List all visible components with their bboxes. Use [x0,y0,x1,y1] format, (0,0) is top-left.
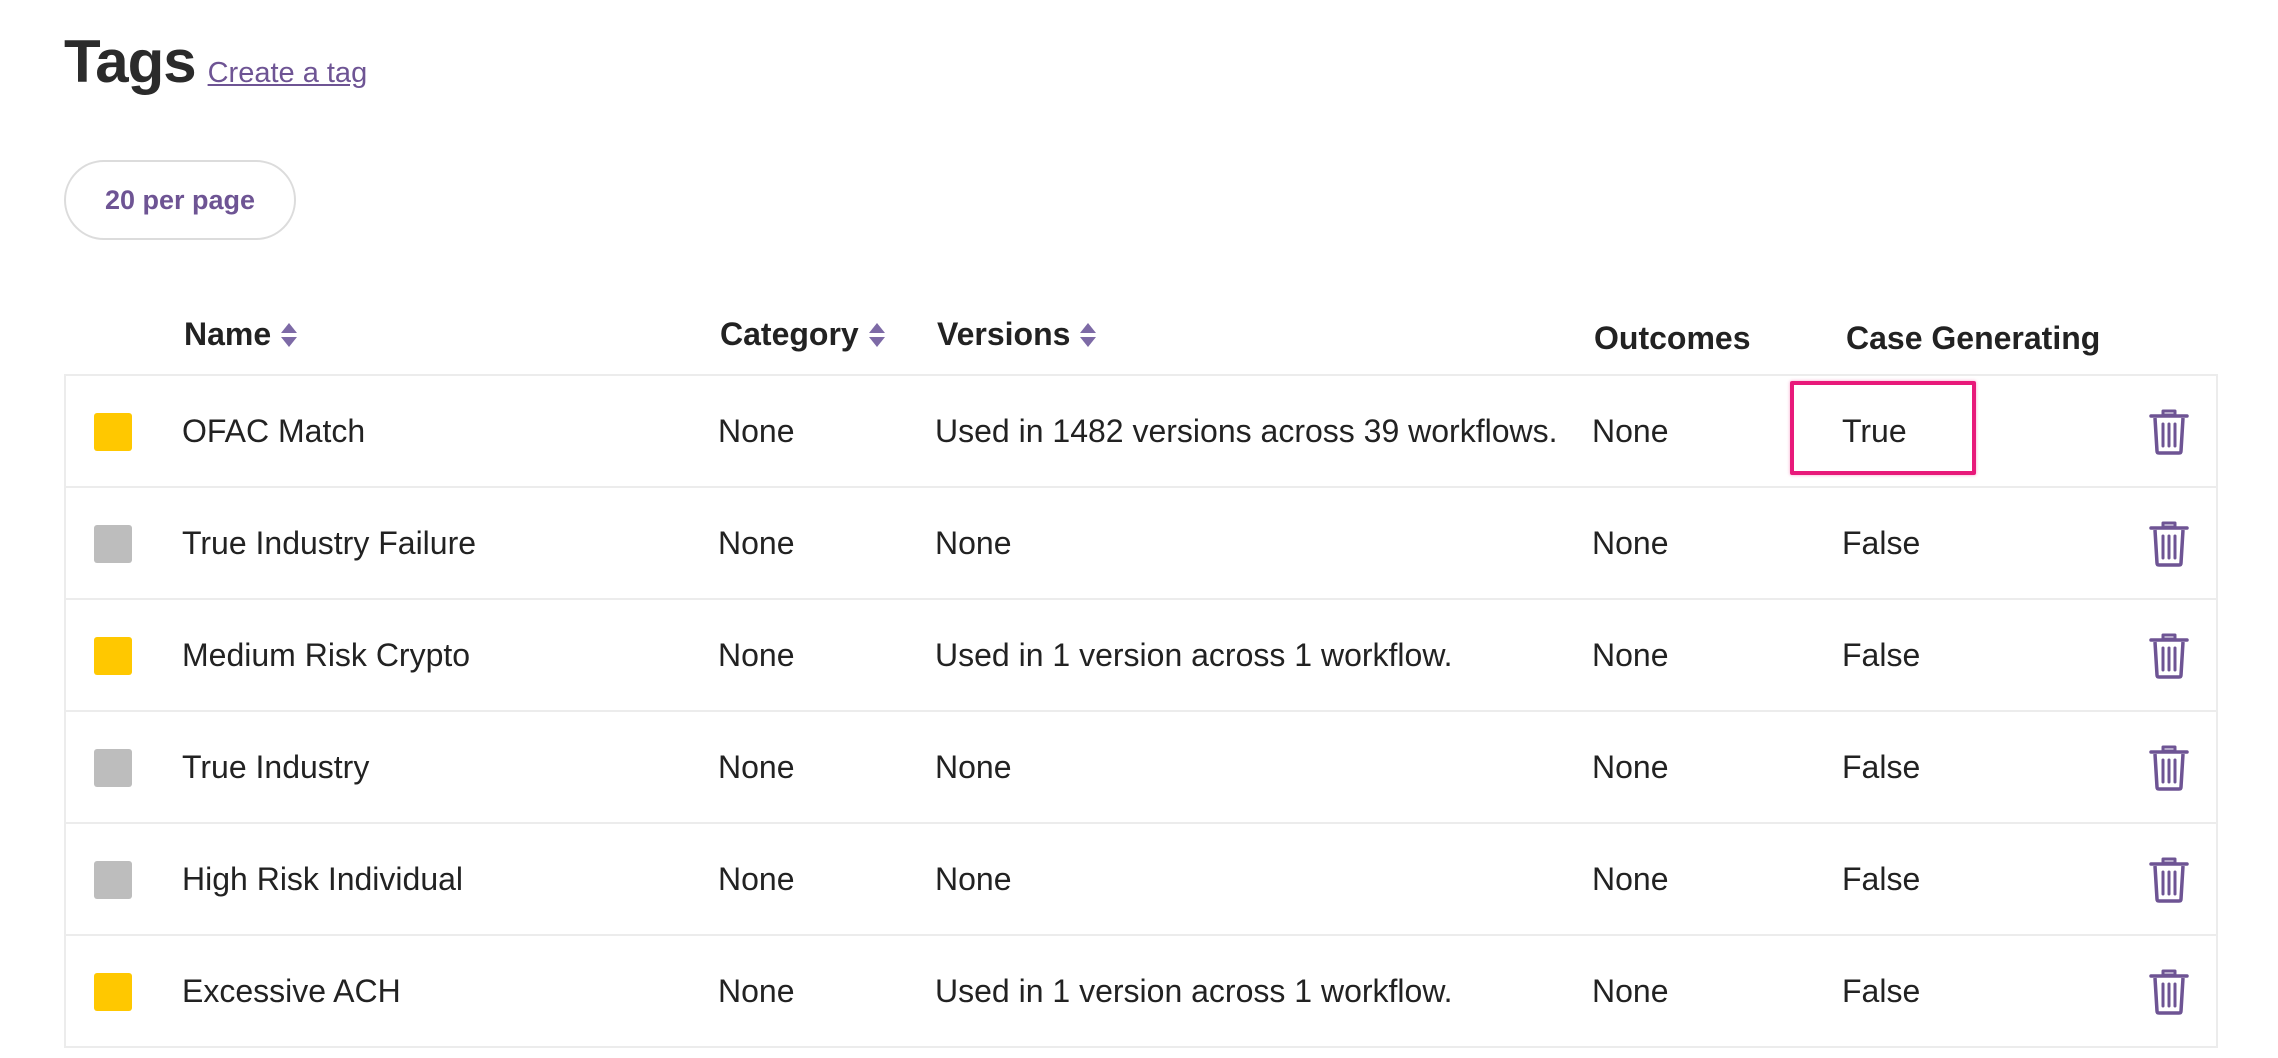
table-row: Excessive ACH None Used in 1 version acr… [66,936,2216,1048]
sort-icon[interactable] [867,321,887,349]
trash-icon[interactable] [2149,969,2189,1015]
tag-name: Excessive ACH [182,972,401,1009]
column-header-versions[interactable]: Versions [937,316,1098,353]
table-row: OFAC Match None Used in 1482 versions ac… [66,376,2216,488]
tag-name: High Risk Individual [182,860,464,897]
tag-color-swatch [94,637,132,675]
tag-versions: Used in 1 version across 1 workflow. [935,636,1453,673]
tag-name: OFAC Match [182,412,366,449]
tag-category: None [718,412,795,449]
tag-name: True Industry [182,748,370,785]
tag-name: True Industry Failure [182,524,477,561]
tags-table: Name Category Versions Outcomes Case Gen… [64,300,2218,1048]
tag-color-swatch [94,525,132,563]
tag-outcomes: None [1592,636,1669,673]
create-tag-link[interactable]: Create a tag [208,57,368,90]
tag-case-generating: False [1842,972,1921,1009]
sort-icon[interactable] [1078,321,1098,349]
column-header-name[interactable]: Name [184,316,299,353]
tag-outcomes: None [1592,412,1669,449]
tag-versions: Used in 1482 versions across 39 workflow… [935,412,1558,449]
table-row: True Industry Failure None None None Fal… [66,488,2216,600]
tag-category: None [718,748,795,785]
tag-case-generating: True [1790,376,1976,486]
trash-icon[interactable] [2149,857,2189,903]
trash-icon[interactable] [2149,633,2189,679]
page-title: Tags [64,28,197,95]
tag-color-swatch [94,413,132,451]
tag-case-generating: False [1842,860,1921,897]
highlight-box [1790,381,1976,475]
tag-name: Medium Risk Crypto [182,636,471,673]
tag-case-generating: False [1842,748,1921,785]
tag-color-swatch [94,973,132,1011]
tag-outcomes: None [1592,524,1669,561]
tag-case-generating: False [1842,524,1921,561]
tag-versions: None [935,748,1012,785]
table-row: True Industry None None None False [66,712,2216,824]
tag-outcomes: None [1592,972,1669,1009]
tag-case-generating: False [1842,636,1921,673]
trash-icon[interactable] [2149,521,2189,567]
sort-icon[interactable] [279,321,299,349]
tag-versions: None [935,524,1012,561]
trash-icon[interactable] [2149,409,2189,455]
tag-category: None [718,636,795,673]
trash-icon[interactable] [2149,745,2189,791]
tag-color-swatch [94,861,132,899]
tag-color-swatch [94,749,132,787]
column-header-case-generating: Case Generating [1846,320,2101,356]
tag-category: None [718,860,795,897]
column-header-outcomes: Outcomes [1594,320,1751,356]
tag-category: None [718,972,795,1009]
tag-outcomes: None [1592,860,1669,897]
per-page-button[interactable]: 20 per page [64,160,296,240]
table-row: High Risk Individual None None None Fals… [66,824,2216,936]
tag-versions: None [935,860,1012,897]
column-header-category[interactable]: Category [720,316,887,353]
tag-versions: Used in 1 version across 1 workflow. [935,972,1453,1009]
table-header: Name Category Versions Outcomes Case Gen… [64,300,2218,374]
tag-category: None [718,524,795,561]
tags-page: Tags Create a tag 20 per page Name Categ… [0,0,2278,1058]
page-header: Tags Create a tag [64,22,367,102]
table-body: OFAC Match None Used in 1482 versions ac… [64,374,2218,1048]
table-row: Medium Risk Crypto None Used in 1 versio… [66,600,2216,712]
tag-outcomes: None [1592,748,1669,785]
